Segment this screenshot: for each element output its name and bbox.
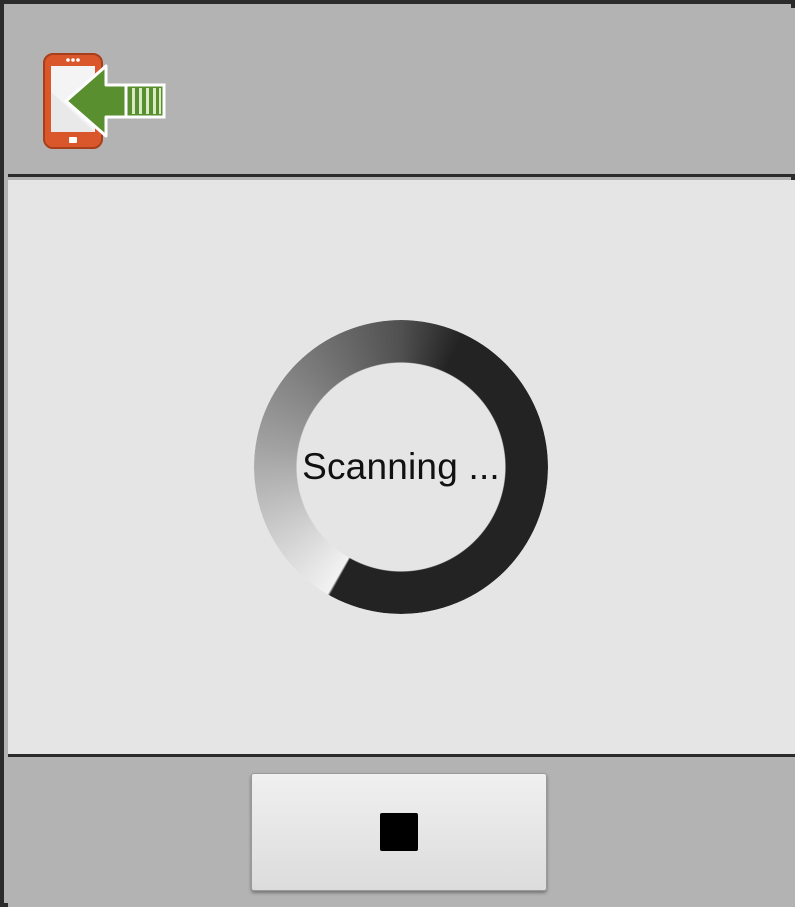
header-bar [8,8,795,177]
stop-icon [380,813,418,851]
footer-bar [8,754,795,907]
stop-button[interactable] [251,773,547,891]
scanning-spinner: Scanning ... [254,320,548,614]
app-window: Scanning ... [0,0,795,907]
status-text: Scanning ... [302,446,500,487]
main-content: Scanning ... [8,180,795,754]
phone-transfer-arrow-icon [43,53,166,149]
